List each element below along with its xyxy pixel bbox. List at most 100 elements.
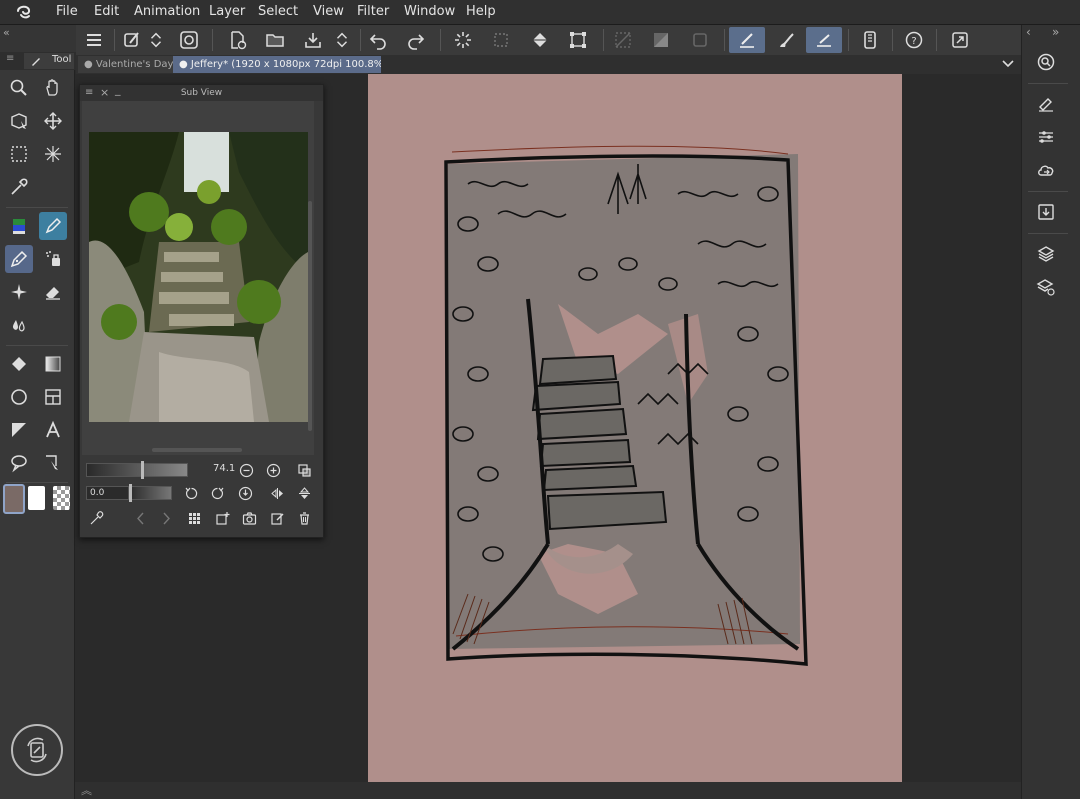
updown-button[interactable] <box>147 27 165 53</box>
rotation-field[interactable]: 0.0 <box>86 486 131 500</box>
balloon-tool[interactable] <box>5 449 33 477</box>
app-logo-icon[interactable] <box>14 3 34 21</box>
menu-layer[interactable]: Layer <box>209 4 245 19</box>
smartphone-button[interactable] <box>856 27 884 53</box>
selection-tool[interactable] <box>5 140 33 168</box>
move-tool[interactable] <box>39 107 67 135</box>
spiral-button[interactable] <box>175 27 203 53</box>
flip-horizontal-button[interactable] <box>267 484 287 502</box>
menu-select[interactable]: Select <box>258 4 298 19</box>
panel-menu-icon[interactable]: ≡ <box>85 85 93 101</box>
menu-view[interactable]: View <box>313 4 344 19</box>
auto-select-tool[interactable] <box>39 140 67 168</box>
tool-property-panel-button[interactable] <box>1029 122 1063 152</box>
eyedropper-tool[interactable] <box>5 173 33 201</box>
deselect-button[interactable] <box>609 27 637 53</box>
expand-right-icon[interactable]: » <box>1052 25 1059 39</box>
close-icon[interactable]: × <box>100 85 109 101</box>
ruler-snap-button[interactable] <box>729 27 765 53</box>
zoom-in-button[interactable] <box>263 461 283 479</box>
fit-view-button[interactable] <box>294 461 314 479</box>
sub-color-swatch[interactable] <box>28 486 45 510</box>
subview-eyedropper-button[interactable] <box>86 509 106 527</box>
zoom-out-button[interactable] <box>236 461 256 479</box>
collapse-left-icon[interactable]: « <box>3 26 10 39</box>
previous-image-button[interactable] <box>130 509 150 527</box>
camera-button[interactable] <box>239 509 259 527</box>
fill-button[interactable] <box>526 27 554 53</box>
reset-rotation-button[interactable] <box>235 484 255 502</box>
rotation-slider-handle[interactable] <box>129 484 132 502</box>
airbrush-tool[interactable] <box>39 245 67 273</box>
chevron-left-icon[interactable]: ‹ <box>1026 25 1031 39</box>
pen-tool[interactable] <box>5 212 33 240</box>
drawing-canvas[interactable] <box>368 74 902 782</box>
rotation-slider[interactable] <box>128 484 172 502</box>
zoom-tool[interactable] <box>5 74 33 102</box>
menu-window[interactable]: Window <box>404 4 455 19</box>
eraser-tool[interactable] <box>39 278 67 306</box>
rotate-right-button[interactable] <box>207 484 227 502</box>
material-button[interactable] <box>1029 197 1063 227</box>
chevron-down-icon[interactable] <box>1001 58 1015 70</box>
menu-edit[interactable]: Edit <box>94 4 119 19</box>
cloud-button[interactable] <box>1029 155 1063 185</box>
sync-button[interactable] <box>11 724 63 776</box>
fill-tool[interactable] <box>5 350 33 378</box>
crop-button[interactable] <box>686 27 714 53</box>
blend-tool[interactable] <box>5 311 33 339</box>
transparent-color-swatch[interactable] <box>53 486 70 510</box>
expand-up-icon[interactable]: ︽ <box>81 782 92 798</box>
zoom-slider[interactable] <box>86 461 188 479</box>
tab-jeffery[interactable]: ● Jeffery* (1920 x 1080px 72dpi 100.8%) <box>173 56 381 73</box>
rotate-left-button[interactable] <box>181 484 201 502</box>
horizontal-scrollbar[interactable] <box>152 448 242 452</box>
vertical-scrollbar[interactable] <box>308 201 312 431</box>
edit-image-button[interactable] <box>267 509 287 527</box>
correct-line-tool[interactable] <box>39 449 67 477</box>
text-tool[interactable] <box>39 416 67 444</box>
line-snap-button[interactable] <box>806 27 842 53</box>
frame-border-tool[interactable] <box>39 383 67 411</box>
ruler-tool[interactable] <box>5 416 33 444</box>
brush-snap-button[interactable] <box>769 27 805 53</box>
figure-tool[interactable] <box>5 383 33 411</box>
save-updown-button[interactable] <box>333 27 351 53</box>
zoom-slider-handle[interactable] <box>141 461 144 479</box>
image-grid-button[interactable] <box>184 509 204 527</box>
tab-valentines-day[interactable]: ● Valentine's Day <box>78 56 176 73</box>
transform-button[interactable] <box>564 27 592 53</box>
clear-button[interactable] <box>487 27 515 53</box>
open-file-button[interactable] <box>261 27 289 53</box>
pencil-tool[interactable] <box>39 212 67 240</box>
flip-vertical-button[interactable] <box>294 484 314 502</box>
invert-selection-button[interactable] <box>647 27 675 53</box>
brush-size-button[interactable] <box>1029 89 1063 119</box>
next-image-button[interactable] <box>156 509 176 527</box>
layer-button[interactable] <box>1029 239 1063 269</box>
hamburger-menu-button[interactable] <box>80 27 108 53</box>
new-file-button[interactable] <box>223 27 251 53</box>
object-tool[interactable] <box>5 107 33 135</box>
loading-button[interactable] <box>449 27 477 53</box>
minimize-icon[interactable]: _ <box>115 82 121 98</box>
hand-tool[interactable] <box>39 74 67 102</box>
decoration-tool[interactable] <box>5 278 33 306</box>
tool-tab[interactable]: Tool <box>24 53 74 69</box>
fullscreen-button[interactable] <box>946 27 974 53</box>
import-image-button[interactable] <box>212 509 232 527</box>
menu-filter[interactable]: Filter <box>357 4 389 19</box>
redo-button[interactable] <box>402 27 430 53</box>
gradient-tool[interactable] <box>39 350 67 378</box>
palette-menu-icon[interactable]: ≡ <box>6 53 14 64</box>
main-color-swatch[interactable] <box>3 484 25 514</box>
menu-animation[interactable]: Animation <box>134 4 200 19</box>
sub-view-title-bar[interactable]: ≡ × _ Sub View <box>80 82 323 101</box>
save-button[interactable] <box>299 27 327 53</box>
menu-file[interactable]: File <box>56 4 78 19</box>
undo-button[interactable] <box>364 27 392 53</box>
tool-property-button[interactable] <box>118 27 146 53</box>
brush-tool[interactable] <box>5 245 33 273</box>
menu-help[interactable]: Help <box>466 4 496 19</box>
reference-image-area[interactable] <box>82 101 314 455</box>
